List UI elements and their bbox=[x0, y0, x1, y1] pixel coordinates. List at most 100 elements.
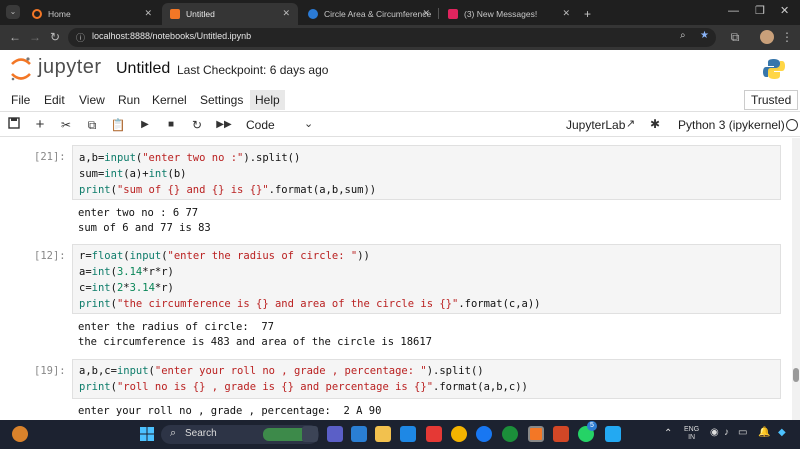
weather-icon[interactable] bbox=[12, 426, 28, 442]
url-bar[interactable]: ⓘ localhost:8888/notebooks/Untitled.ipyn… bbox=[68, 28, 716, 47]
run-icon[interactable]: ▶ bbox=[137, 117, 153, 133]
cell-prompt: [21]: bbox=[34, 151, 66, 163]
new-tab-button[interactable]: + bbox=[580, 3, 598, 25]
reload-icon[interactable]: ↻ bbox=[48, 30, 62, 44]
forward-arrow-icon[interactable]: → bbox=[28, 30, 42, 44]
notebook-favicon-icon bbox=[170, 9, 180, 19]
minimize-icon[interactable]: — bbox=[728, 5, 739, 17]
whatsapp-icon[interactable]: 5 bbox=[578, 421, 597, 442]
url-text[interactable]: localhost:8888/notebooks/Untitled.ipynb bbox=[92, 31, 251, 41]
powerpoint-icon[interactable] bbox=[553, 426, 569, 442]
edge-icon[interactable] bbox=[502, 426, 518, 442]
menu-file[interactable]: File bbox=[11, 93, 30, 107]
teams-icon[interactable] bbox=[327, 426, 343, 442]
code-cell[interactable]: r=float(input("enter the radius of circl… bbox=[72, 244, 781, 314]
language-top: ENG bbox=[684, 426, 700, 433]
jupyter-logo-icon bbox=[11, 57, 31, 81]
notifications-bell-icon[interactable]: 🔔 bbox=[758, 427, 770, 438]
notification-badge: 5 bbox=[587, 421, 597, 431]
jupyter-header: jupyter Untitled Last Checkpoint: 6 days… bbox=[0, 50, 800, 88]
menu-view[interactable]: View bbox=[79, 93, 105, 107]
language-indicator[interactable]: ENG IN bbox=[684, 426, 699, 442]
chevron-down-icon[interactable]: ⌄ bbox=[304, 117, 313, 130]
code-cell[interactable]: a,b=input("enter two no :").split() sum=… bbox=[72, 145, 781, 200]
code-line: r=float(input("enter the radius of circl… bbox=[79, 250, 370, 262]
chrome-icon[interactable] bbox=[451, 426, 467, 442]
cell-output-line: enter the radius of circle: 77 bbox=[78, 321, 274, 333]
copilot-icon[interactable]: ◆ bbox=[778, 427, 786, 438]
file-explorer-icon[interactable] bbox=[375, 426, 391, 442]
tab-search-button[interactable]: ⌄ bbox=[6, 5, 20, 19]
store-icon[interactable] bbox=[400, 426, 416, 442]
code-line: print("sum of {} and {} is {}".format(a,… bbox=[79, 184, 377, 196]
close-tab-icon[interactable]: ✕ bbox=[562, 8, 570, 19]
menu-settings[interactable]: Settings bbox=[200, 93, 243, 107]
tab-new-messages[interactable]: (3) New Messages! ✕ bbox=[440, 3, 578, 25]
language-bottom: IN bbox=[688, 434, 696, 441]
restart-run-all-icon[interactable]: ▶▶ bbox=[216, 117, 232, 133]
profile-avatar[interactable] bbox=[760, 30, 774, 44]
add-cell-icon[interactable]: + bbox=[32, 117, 48, 133]
jupyterlab-link[interactable]: JupyterLab bbox=[566, 118, 625, 132]
wifi-icon[interactable]: ◉ bbox=[710, 427, 719, 438]
close-window-icon[interactable]: ✕ bbox=[780, 4, 789, 17]
code-line: a=int(3.14*r*r) bbox=[79, 266, 174, 278]
jupyter-favicon-icon bbox=[32, 9, 42, 19]
copy-icon[interactable]: ⧉ bbox=[84, 117, 100, 133]
zoom-icon[interactable]: ⌕ bbox=[680, 30, 686, 41]
web-favicon-icon bbox=[308, 9, 318, 19]
battery-icon[interactable]: ▭ bbox=[738, 427, 747, 438]
facebook-icon[interactable] bbox=[476, 426, 492, 442]
extensions-icon[interactable]: ⧉ bbox=[728, 30, 742, 44]
cut-icon[interactable]: ✂ bbox=[58, 117, 74, 133]
trusted-indicator[interactable]: Trusted bbox=[744, 90, 799, 110]
widgets-icon[interactable] bbox=[351, 426, 367, 442]
cell-type-select[interactable]: Code bbox=[246, 118, 275, 132]
tab-label: Circle Area & Circumference bbox=[324, 9, 432, 19]
notebook-title[interactable]: Untitled bbox=[116, 60, 170, 78]
tab-untitled[interactable]: Untitled ✕ bbox=[162, 3, 298, 25]
kernel-status-icon bbox=[786, 119, 798, 131]
scrollbar-thumb[interactable] bbox=[793, 368, 799, 382]
menu-bar: File Edit View Run Kernel Settings Help … bbox=[0, 88, 800, 112]
close-tab-icon[interactable]: ✕ bbox=[422, 8, 430, 19]
notebook-scrollbar[interactable] bbox=[792, 138, 800, 420]
back-arrow-icon[interactable]: ← bbox=[8, 30, 22, 44]
chevron-up-icon[interactable]: ⌃ bbox=[664, 428, 672, 439]
menu-edit[interactable]: Edit bbox=[44, 93, 65, 107]
windows-start-icon[interactable] bbox=[140, 427, 154, 441]
task-view-icon[interactable] bbox=[302, 426, 318, 442]
browser-menu-icon[interactable]: ⋮ bbox=[780, 30, 794, 44]
paste-icon[interactable]: 📋 bbox=[110, 117, 126, 133]
windows-taskbar: ⌕ Search 5 ⌃ ENG IN ◉ ♪ ▭ 🔔 ◆ bbox=[0, 420, 800, 449]
tab-circle-area[interactable]: Circle Area & Circumference ✕ bbox=[300, 3, 438, 25]
checkpoint-status: Last Checkpoint: 6 days ago bbox=[177, 63, 329, 77]
jupyter-wordmark[interactable]: jupyter bbox=[38, 56, 102, 79]
menu-kernel[interactable]: Kernel bbox=[152, 93, 187, 107]
debugger-bug-icon[interactable]: ✱ bbox=[650, 117, 660, 131]
youtube-icon[interactable] bbox=[426, 426, 442, 442]
kernel-name[interactable]: Python 3 (ipykernel) bbox=[678, 118, 785, 132]
volume-icon[interactable]: ♪ bbox=[724, 427, 729, 438]
site-info-icon[interactable]: ⓘ bbox=[76, 31, 85, 44]
notebook-area: [21]: a,b=input("enter two no :").split(… bbox=[0, 138, 792, 420]
bookmark-star-icon[interactable]: ★ bbox=[700, 30, 709, 41]
active-browser-icon[interactable] bbox=[528, 426, 544, 442]
tab-home[interactable]: Home ✕ bbox=[24, 3, 160, 25]
close-tab-icon[interactable]: ✕ bbox=[282, 8, 290, 19]
code-line: c=int(2*3.14*r) bbox=[79, 282, 174, 294]
external-link-icon[interactable]: ↗ bbox=[626, 117, 635, 130]
restart-icon[interactable]: ↻ bbox=[189, 117, 205, 133]
menu-help[interactable]: Help bbox=[250, 90, 285, 110]
close-tab-icon[interactable]: ✕ bbox=[144, 8, 152, 19]
python-logo-icon bbox=[763, 59, 785, 79]
save-icon[interactable] bbox=[6, 117, 22, 133]
vscode-icon[interactable] bbox=[605, 426, 621, 442]
stop-icon[interactable]: ■ bbox=[163, 117, 179, 133]
menu-run[interactable]: Run bbox=[118, 93, 140, 107]
tab-label: Home bbox=[48, 9, 71, 19]
taskbar-search-box[interactable]: ⌕ Search bbox=[161, 425, 319, 444]
restore-icon[interactable]: ❐ bbox=[755, 4, 765, 17]
code-cell[interactable]: a,b,c=input("enter your roll no , grade … bbox=[72, 359, 781, 399]
notebook-toolbar: + ✂ ⧉ 📋 ▶ ■ ↻ ▶▶ Code ⌄ JupyterLab ↗ ✱ P… bbox=[0, 112, 800, 137]
